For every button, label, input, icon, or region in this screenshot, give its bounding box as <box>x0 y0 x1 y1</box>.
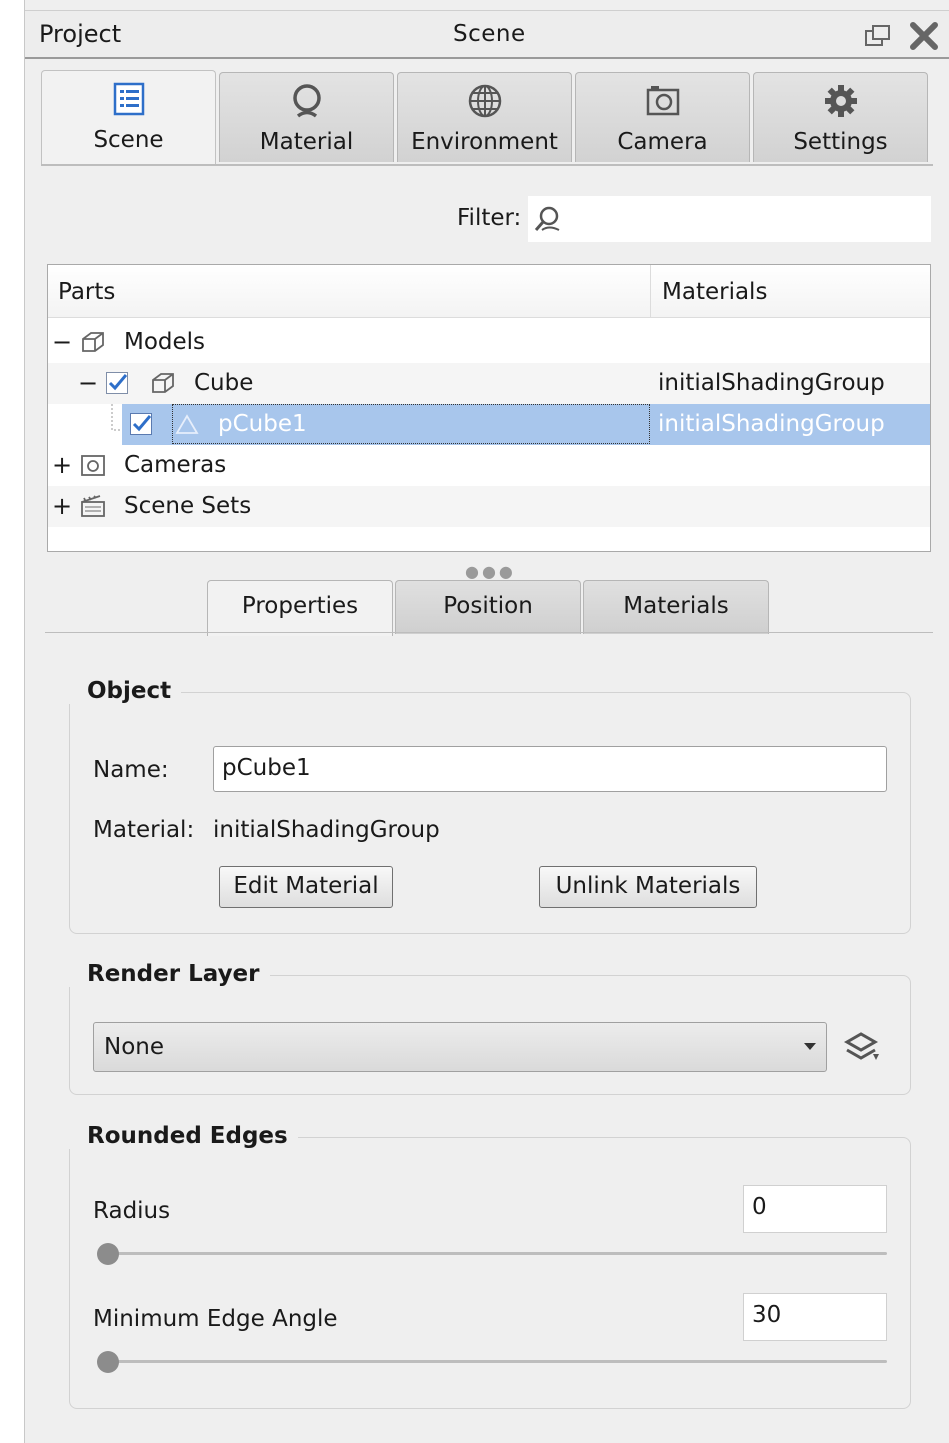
camera-icon <box>81 455 105 476</box>
chevron-down-icon <box>804 1043 816 1050</box>
collapse-toggle[interactable]: − <box>52 328 72 356</box>
model-icon <box>152 373 174 393</box>
unlink-materials-button[interactable]: Unlink Materials <box>539 866 757 908</box>
restore-icon[interactable] <box>865 25 891 47</box>
tab-camera[interactable]: Camera <box>575 72 750 162</box>
tree-row-cube[interactable]: − Cube initialShadingGroup <box>48 363 930 404</box>
tab-divider <box>41 164 933 166</box>
tree-row-scene-sets[interactable]: + Scene Sets <box>48 486 930 527</box>
edit-material-button[interactable]: Edit Material <box>219 866 393 908</box>
tab-position[interactable]: Position <box>395 580 581 634</box>
name-input[interactable]: pCube1 <box>213 746 887 792</box>
material-ball-icon <box>292 84 321 118</box>
tab-scene[interactable]: Scene <box>41 70 216 166</box>
list-icon <box>113 82 144 116</box>
tree-row-cameras[interactable]: + Cameras <box>48 445 930 486</box>
scene-title: Scene <box>453 21 526 47</box>
render-layer-value: None <box>104 1034 165 1060</box>
name-label: Name: <box>93 757 169 783</box>
radius-input[interactable]: 0 <box>743 1185 887 1233</box>
parts-column-header[interactable]: Parts <box>58 279 115 305</box>
parts-tree[interactable]: Parts Materials − Models − Cube initialS… <box>47 264 931 552</box>
angle-slider-track[interactable] <box>99 1360 887 1363</box>
checkmark-icon <box>132 415 152 432</box>
scene-panel: Project Scene Scene Material Environment… <box>24 0 949 1443</box>
tree-row-models[interactable]: − Models <box>48 322 930 363</box>
material-label: Material: <box>93 817 195 843</box>
tree-row-material: initialShadingGroup <box>658 411 885 437</box>
collapse-toggle[interactable]: − <box>78 369 98 397</box>
tab-settings[interactable]: Settings <box>753 72 928 162</box>
tab-camera-label: Camera <box>617 129 708 155</box>
project-title: Project <box>39 20 122 48</box>
object-group <box>69 692 911 934</box>
clapperboard-icon <box>81 495 105 517</box>
header-separator <box>650 265 651 317</box>
tree-header: Parts Materials <box>48 265 930 318</box>
tree-row-label: Scene Sets <box>124 493 252 519</box>
rounded-edges-group <box>69 1137 911 1409</box>
panel-titlebar: Project Scene <box>25 10 949 59</box>
object-group-title: Object <box>69 678 182 704</box>
radius-slider-thumb[interactable] <box>97 1243 119 1265</box>
min-edge-angle-input[interactable]: 30 <box>743 1293 887 1341</box>
tab-material-label: Material <box>259 129 354 155</box>
expand-toggle[interactable]: + <box>52 492 72 520</box>
tree-row-label: Models <box>124 329 206 355</box>
lower-tab-divider <box>45 632 933 633</box>
tab-environment[interactable]: Environment <box>397 72 572 162</box>
filter-input[interactable] <box>528 196 931 242</box>
materials-column-header[interactable]: Materials <box>662 279 767 305</box>
tab-settings-label: Settings <box>793 129 888 155</box>
camera-icon <box>646 86 679 116</box>
tab-material[interactable]: Material <box>219 72 394 162</box>
render-layer-title: Render Layer <box>69 961 270 987</box>
tree-row-material: initialShadingGroup <box>658 370 885 396</box>
splitter-handle[interactable]: ●●● <box>465 562 516 581</box>
tree-row-label: Cameras <box>124 452 227 478</box>
radius-slider-track[interactable] <box>99 1252 887 1255</box>
globe-icon <box>468 84 501 118</box>
checkmark-icon <box>108 374 128 391</box>
expand-toggle[interactable]: + <box>52 451 72 479</box>
filter-label: Filter: <box>457 205 522 231</box>
radius-label: Radius <box>93 1198 171 1224</box>
tab-properties[interactable]: Properties <box>207 580 393 636</box>
tab-materials[interactable]: Materials <box>583 580 769 634</box>
model-icon <box>82 332 104 352</box>
visibility-checkbox[interactable] <box>106 372 128 394</box>
tab-environment-label: Environment <box>411 129 558 155</box>
visibility-checkbox[interactable] <box>130 413 152 435</box>
search-icon <box>534 206 560 231</box>
tab-scene-label: Scene <box>93 127 164 153</box>
focus-outline <box>172 404 650 444</box>
rounded-edges-title: Rounded Edges <box>69 1123 298 1149</box>
render-layer-select[interactable]: None <box>93 1022 827 1072</box>
gear-icon <box>824 85 857 117</box>
close-icon[interactable] <box>909 21 939 51</box>
material-value: initialShadingGroup <box>213 817 440 843</box>
tree-row-label: Cube <box>194 370 254 396</box>
layers-icon[interactable] <box>843 1030 883 1066</box>
min-edge-angle-label: Minimum Edge Angle <box>93 1306 338 1332</box>
angle-slider-thumb[interactable] <box>97 1351 119 1373</box>
